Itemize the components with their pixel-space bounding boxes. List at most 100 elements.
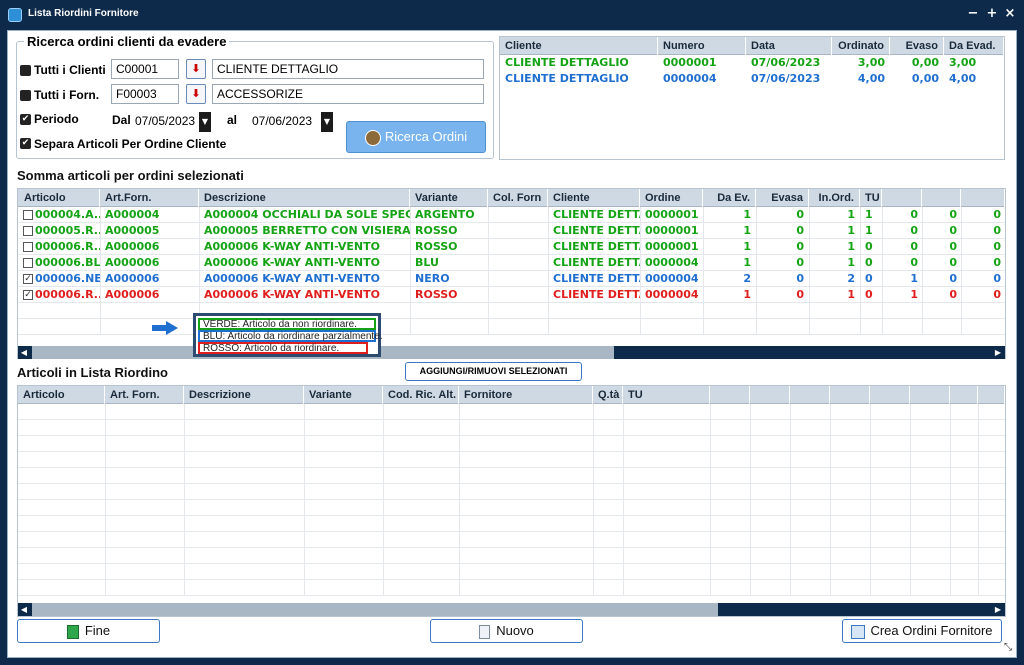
orders-grid: Cliente Numero Data Ordinato Evaso Da Ev…	[499, 36, 1005, 160]
minimize-button[interactable]: −	[966, 6, 980, 22]
summary-row[interactable]: 000006.R... A000006 A000006 K-WAY ANTI-VEN…	[18, 239, 1005, 255]
grid-divider	[488, 303, 489, 319]
reorder-hscrollbar[interactable]: ◀ ▶	[18, 603, 1005, 616]
summary-col-header[interactable]: In.Ord.	[809, 189, 860, 207]
summary-hscrollbar[interactable]: ◀ ▶	[18, 346, 1005, 359]
summary-col-header[interactable]	[882, 189, 922, 207]
supplier-code-field[interactable]: F00003	[111, 84, 179, 104]
reorder-empty-row	[18, 548, 1005, 564]
grid-divider	[703, 303, 704, 319]
summary-col-header[interactable]: Da Ev.	[703, 189, 756, 207]
search-orders-label: Ricerca Ordini	[384, 129, 468, 144]
grid-divider	[790, 516, 791, 532]
reorder-col-header[interactable]: TU	[623, 386, 710, 404]
reorder-col-header[interactable]	[870, 386, 910, 404]
client-code-field[interactable]: C00001	[111, 59, 179, 79]
grid-divider	[304, 532, 305, 548]
summary-col-header[interactable]: Col. Forn	[488, 189, 548, 207]
create-supplier-orders-button[interactable]: Crea Ordini Fornitore	[842, 619, 1002, 643]
grid-divider	[184, 468, 185, 484]
grid-divider	[830, 468, 831, 484]
scroll-right-icon[interactable]: ▶	[992, 603, 1004, 616]
summary-cell: 0	[910, 256, 918, 269]
maximize-button[interactable]: +	[985, 6, 999, 22]
nuovo-button[interactable]: Nuovo	[430, 619, 583, 643]
reorder-col-header[interactable]: Q.tà	[593, 386, 623, 404]
reorder-col-header[interactable]	[910, 386, 950, 404]
orders-row[interactable]: CLIENTE DETTAGLIO 0000004 07/06/2023 4,00 0,…	[500, 71, 1004, 87]
grid-divider	[640, 319, 641, 335]
reorder-col-header[interactable]: Variante	[304, 386, 383, 404]
orders-col-ordinato[interactable]: Ordinato	[832, 37, 890, 55]
resize-grip-icon[interactable]: ⤡	[1004, 643, 1014, 653]
summary-row[interactable]: 000004.A... A000004 A000004 OCCHIALI DA SO…	[18, 207, 1005, 223]
reorder-col-header[interactable]	[750, 386, 790, 404]
summary-col-header[interactable]: Evasa	[756, 189, 809, 207]
summary-col-header[interactable]: Ordine	[640, 189, 703, 207]
grid-divider	[105, 404, 106, 420]
grid-divider	[184, 436, 185, 452]
all-suppliers-label: Tutti i Forn.	[34, 88, 100, 102]
grid-divider	[978, 548, 979, 564]
summary-col-header[interactable]: Art.Forn.	[100, 189, 199, 207]
summary-row[interactable]: ✓000006.NERA000006A000006 K-WAY ANTI-VEN…	[18, 271, 1005, 287]
grid-divider	[756, 303, 757, 319]
from-date-dropdown[interactable]: ▼	[199, 112, 211, 132]
orders-col-cliente[interactable]: Cliente	[500, 37, 658, 55]
summary-col-header[interactable]: Descrizione	[199, 189, 410, 207]
grid-divider	[870, 484, 871, 500]
reorder-col-header[interactable]	[790, 386, 830, 404]
orders-cell: 4,00	[949, 72, 977, 85]
grid-divider	[910, 484, 911, 500]
all-suppliers-checkbox[interactable]	[20, 90, 31, 101]
reorder-scroll-thumb[interactable]	[32, 603, 718, 616]
reorder-col-header[interactable]	[830, 386, 870, 404]
scroll-left-icon[interactable]: ◀	[18, 346, 30, 359]
orders-col-numero[interactable]: Numero	[658, 37, 746, 55]
reorder-col-header[interactable]	[950, 386, 978, 404]
summary-row[interactable]: 000005.R... A000005 A000005 BERRETTO CON V…	[18, 223, 1005, 239]
to-date-field[interactable]: 07/06/2023	[252, 112, 320, 132]
client-picker-button[interactable]: ⬇	[186, 59, 206, 79]
orders-col-da-evad[interactable]: Da Evad.	[944, 37, 1004, 55]
orders-col-data[interactable]: Data	[746, 37, 832, 55]
scroll-right-icon[interactable]: ▶	[992, 346, 1004, 359]
summary-col-header[interactable]	[961, 189, 1005, 207]
summary-col-header[interactable]: Articolo	[18, 189, 100, 207]
reorder-col-header[interactable]: Art. Forn.	[105, 386, 184, 404]
reorder-col-header[interactable]: Fornitore	[459, 386, 593, 404]
to-date-dropdown[interactable]: ▼	[321, 112, 333, 132]
separate-checkbox[interactable]: ✔	[20, 138, 31, 149]
summary-col-header[interactable]	[922, 189, 961, 207]
reorder-col-header[interactable]	[710, 386, 750, 404]
grid-divider	[593, 468, 594, 484]
summary-cell: 0	[865, 272, 873, 285]
supplier-name-field[interactable]: ACCESSORIZE	[212, 84, 484, 104]
reorder-col-header[interactable]: Cod. Ric. Alt.	[383, 386, 459, 404]
grid-divider	[623, 500, 624, 516]
summary-row[interactable]: ✓ 000006.R... A000006 A000006 K-WAY ANTI-VE…	[18, 287, 1005, 303]
summary-col-header[interactable]: Variante	[410, 189, 488, 207]
summary-col-header[interactable]: Cliente	[548, 189, 640, 207]
scroll-left-icon[interactable]: ◀	[18, 603, 30, 616]
period-checkbox[interactable]: ✔	[20, 114, 31, 125]
supplier-picker-button[interactable]: ⬇	[186, 84, 206, 104]
close-button[interactable]: ×	[1003, 6, 1017, 22]
reorder-col-header[interactable]	[978, 386, 1005, 404]
summary-row[interactable]: 000006.BLU A000006 A000006 K-WAY ANTI-VENT…	[18, 255, 1005, 271]
from-date-field[interactable]: 07/05/2023	[135, 112, 199, 132]
search-orders-button[interactable]: Ricerca Ordini	[346, 121, 486, 153]
fine-button[interactable]: Fine	[17, 619, 160, 643]
reorder-col-header[interactable]: Descrizione	[184, 386, 304, 404]
client-name-field[interactable]: CLIENTE DETTAGLIO	[212, 59, 484, 79]
grid-divider	[459, 420, 460, 436]
all-clients-checkbox[interactable]	[20, 65, 31, 76]
summary-col-header[interactable]: TU	[860, 189, 882, 207]
toggle-selected-button[interactable]: AGGIUNGI/RIMUOVI SELEZIONATI	[405, 362, 582, 381]
orders-col-evaso[interactable]: Evaso	[890, 37, 944, 55]
orders-cell: CLIENTE DETTAGLIO	[505, 56, 629, 69]
summary-cell: CLIENTE DETTA...	[553, 240, 640, 253]
reorder-col-header[interactable]: Articolo	[18, 386, 105, 404]
orders-row[interactable]: CLIENTE DETTAGLIO 0000001 07/06/2023 3,00 0,…	[500, 55, 1004, 71]
grid-divider	[410, 303, 411, 319]
